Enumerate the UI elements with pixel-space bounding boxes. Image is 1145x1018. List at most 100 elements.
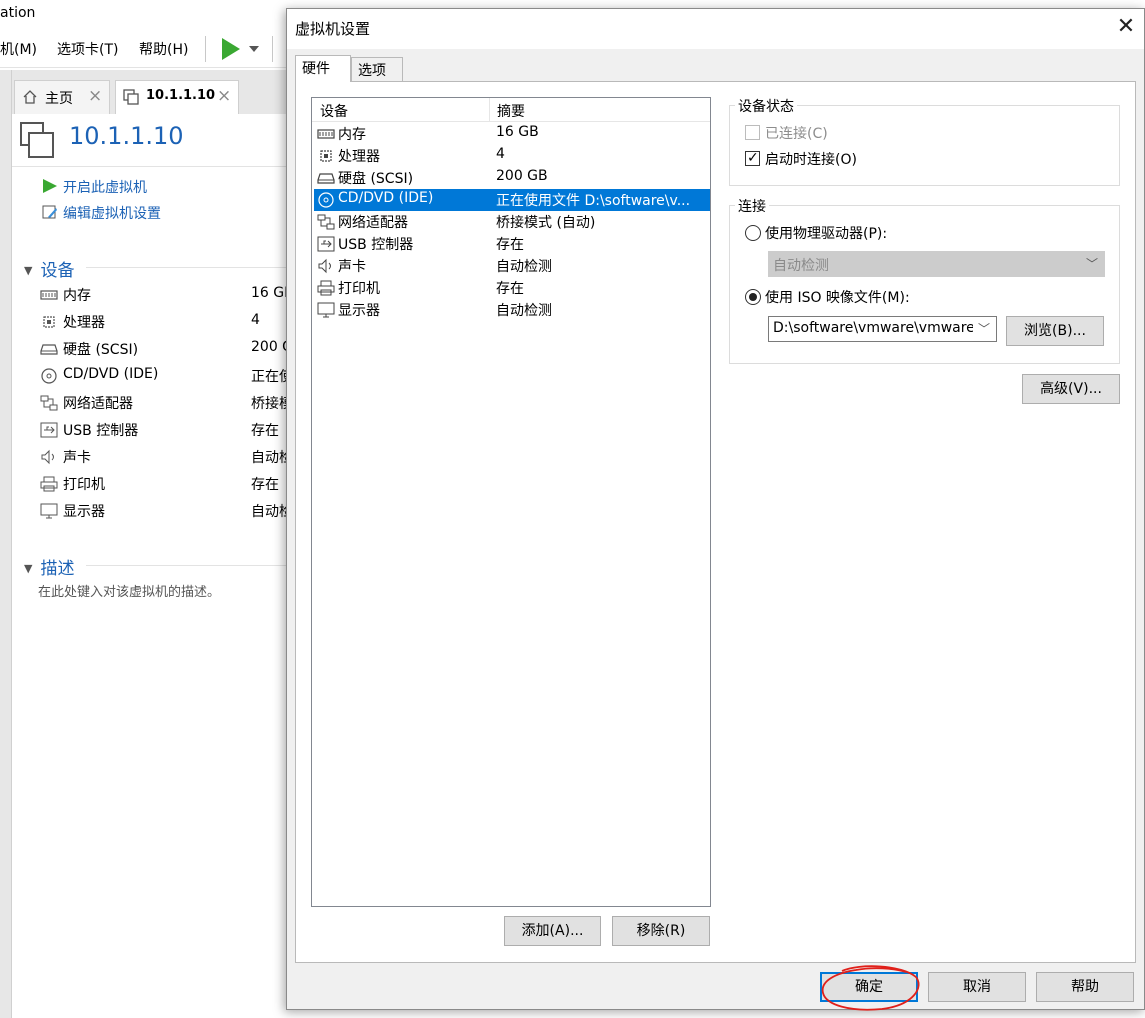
menu-help[interactable]: 帮助(H) <box>139 39 188 59</box>
cpu-icon <box>317 148 335 164</box>
device-value: 16 GB <box>251 285 291 301</box>
hardware-summary: 4 <box>496 146 505 162</box>
tab-options[interactable]: 选项 <box>351 57 403 81</box>
hardware-summary: 桥接模式 (自动) <box>496 215 596 231</box>
device-status-group <box>729 105 1120 186</box>
close-icon[interactable]: × <box>217 86 231 106</box>
hardware-list-header: 设备 摘要 <box>312 98 710 122</box>
toolbar-separator <box>205 36 206 62</box>
device-value: 自动检测 <box>251 450 291 466</box>
help-button[interactable]: 帮助 <box>1036 972 1134 1002</box>
hardware-summary: 16 GB <box>496 124 539 140</box>
description-section-header[interactable]: ▼ 描述 <box>24 554 74 579</box>
device-row[interactable]: 显示器 自动检测 <box>38 500 302 522</box>
cdrom-icon <box>40 368 58 384</box>
memory-icon <box>317 126 335 142</box>
advanced-button[interactable]: 高级(V)... <box>1022 374 1120 404</box>
hardware-name: 网络适配器 <box>338 215 408 231</box>
close-icon[interactable]: ✕ <box>1112 13 1140 41</box>
device-value: 存在 <box>251 477 279 493</box>
device-name: 声卡 <box>63 450 91 466</box>
device-row[interactable]: USB 控制器 存在 <box>38 419 302 441</box>
browse-button[interactable]: 浏览(B)... <box>1006 316 1104 346</box>
hardware-summary: 自动检测 <box>496 303 552 319</box>
device-row[interactable]: 内存 16 GB <box>38 284 302 306</box>
device-value: 正在使用 <box>251 369 291 385</box>
tab-home[interactable]: 主页 × <box>14 80 110 114</box>
hardware-list[interactable]: 设备 摘要 内存 16 GB 处理器 4 硬盘 (SCSI) 200 GB CD/DVD (… <box>311 97 711 907</box>
description-heading: 描述 <box>40 559 75 579</box>
iso-path-value[interactable]: D:\software\vmware\vmware\ <box>773 320 973 336</box>
cancel-button[interactable]: 取消 <box>928 972 1026 1002</box>
close-icon[interactable]: × <box>88 86 102 106</box>
power-on-icon[interactable] <box>218 36 244 62</box>
menu-bar: 机(M) 选项卡(T) 帮助(H) <box>0 30 300 68</box>
device-row[interactable]: 打印机 存在 <box>38 473 302 495</box>
device-row[interactable]: 硬盘 (SCSI) 200 GB <box>38 338 302 360</box>
device-row[interactable]: 网络适配器 桥接模式 <box>38 392 302 414</box>
hardware-row[interactable]: 打印机 存在 <box>314 277 710 299</box>
menu-vm[interactable]: 机(M) <box>0 39 37 59</box>
device-name: CD/DVD (IDE) <box>63 366 159 382</box>
device-row[interactable]: CD/DVD (IDE) 正在使用 <box>38 365 302 387</box>
iso-image-label: 使用 ISO 映像文件(M): <box>765 290 910 306</box>
hardware-row[interactable]: 显示器 自动检测 <box>314 299 710 321</box>
column-separator[interactable] <box>489 98 490 122</box>
device-row[interactable]: 处理器 4 <box>38 311 302 333</box>
divider <box>86 267 302 268</box>
toolbar-separator <box>272 36 273 62</box>
hardware-row[interactable]: USB 控制器 存在 <box>314 233 710 255</box>
vm-large-icon <box>20 122 54 158</box>
device-name: 内存 <box>63 288 91 304</box>
sound-icon <box>40 449 58 465</box>
device-value: 自动检测 <box>251 504 291 520</box>
devices-section-header[interactable]: ▼ 设备 <box>24 256 74 281</box>
hardware-summary: 200 GB <box>496 168 548 184</box>
connect-at-power-on-checkbox[interactable]: ✓ <box>745 150 760 166</box>
power-on-icon <box>43 179 57 193</box>
checkmark-icon: ✓ <box>747 150 759 166</box>
divider <box>12 166 302 167</box>
hardware-summary: 正在使用文件 D:\software\v... <box>496 193 691 209</box>
menu-tabs[interactable]: 选项卡(T) <box>57 39 118 59</box>
vm-icon <box>123 89 139 105</box>
tab-vm[interactable]: 10.1.1.10 × <box>115 80 239 114</box>
hardware-row[interactable]: CD/DVD (IDE) 正在使用文件 D:\software\v... <box>314 189 710 211</box>
cpu-icon <box>40 314 58 330</box>
printer-icon <box>40 476 58 492</box>
memory-icon <box>40 287 58 303</box>
hardware-row[interactable]: 声卡 自动检测 <box>314 255 710 277</box>
hardware-name: USB 控制器 <box>338 237 414 253</box>
physical-drive-radio[interactable] <box>745 225 761 241</box>
connected-checkbox[interactable] <box>745 125 760 140</box>
description-placeholder[interactable]: 在此处键入对该虚拟机的描述。 <box>38 581 220 600</box>
device-row[interactable]: 声卡 自动检测 <box>38 446 302 468</box>
column-device[interactable]: 设备 <box>320 101 348 121</box>
tab-hardware[interactable]: 硬件 <box>295 55 351 82</box>
chevron-down-icon[interactable] <box>249 46 259 52</box>
hardware-row[interactable]: 网络适配器 桥接模式 (自动) <box>314 211 710 233</box>
power-on-link[interactable]: 开启此虚拟机 <box>63 177 147 197</box>
ok-button[interactable]: 确定 <box>820 972 918 1002</box>
library-edge <box>0 70 12 1018</box>
chevron-down-icon[interactable]: ﹀ <box>978 320 990 337</box>
main-window-title: ation <box>0 0 300 28</box>
cdrom-icon <box>317 192 335 208</box>
connection-label: 连接 <box>735 196 769 216</box>
hardware-row[interactable]: 处理器 4 <box>314 145 710 167</box>
vm-name: 10.1.1.10 <box>69 122 184 150</box>
device-name: 打印机 <box>63 477 105 493</box>
iso-path-combo[interactable]: D:\software\vmware\vmware\ ﹀ <box>768 316 997 342</box>
tab-label: 10.1.1.10 <box>146 88 216 103</box>
remove-button[interactable]: 移除(R) <box>612 916 710 946</box>
add-button[interactable]: 添加(A)... <box>504 916 601 946</box>
dialog-title: 虚拟机设置 <box>295 20 371 38</box>
hardware-row[interactable]: 硬盘 (SCSI) 200 GB <box>314 167 710 189</box>
column-summary[interactable]: 摘要 <box>497 101 525 121</box>
edit-settings-link[interactable]: 编辑虚拟机设置 <box>63 203 161 223</box>
hardware-summary: 自动检测 <box>496 259 552 275</box>
hardware-row[interactable]: 内存 16 GB <box>314 123 710 145</box>
iso-image-radio[interactable] <box>745 289 761 305</box>
tab-label: 主页 <box>45 91 73 107</box>
hardware-name: 显示器 <box>338 303 380 319</box>
